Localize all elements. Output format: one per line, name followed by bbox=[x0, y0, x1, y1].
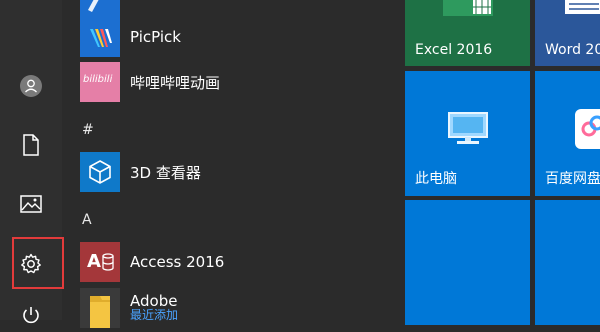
picture-icon bbox=[20, 194, 42, 214]
tile-excel[interactable]: Excel 2016 bbox=[405, 0, 530, 66]
tile-label: 此电脑 bbox=[415, 171, 457, 187]
picpick-icon bbox=[80, 17, 120, 57]
document-icon bbox=[21, 134, 41, 156]
app-label: 哔哩哔哩动画 bbox=[130, 73, 221, 92]
app-list: PicPick bilibili 哔哩哔哩动画 # 3D 查看器 A A Acc… bbox=[62, 0, 436, 328]
user-account-button[interactable] bbox=[0, 60, 62, 112]
recently-added-label: 最近添加 bbox=[130, 308, 179, 322]
access-icon: A bbox=[80, 242, 120, 282]
baidu-netdisk-icon bbox=[575, 109, 600, 153]
tile-baidu-netdisk[interactable]: 百度网盘 bbox=[535, 71, 600, 196]
tile-this-pc[interactable]: 此电脑 bbox=[405, 71, 530, 196]
section-letter-a[interactable]: A bbox=[82, 212, 92, 228]
power-icon bbox=[21, 305, 41, 325]
excel-icon bbox=[443, 0, 493, 22]
tile-empty-1[interactable] bbox=[405, 200, 530, 325]
pictures-button[interactable] bbox=[0, 178, 62, 230]
bilibili-icon: bilibili bbox=[80, 62, 120, 102]
list-item-bilibili[interactable]: bilibili 哔哩哔哩动画 bbox=[80, 62, 380, 102]
list-item-adobe-folder[interactable]: Adobe bbox=[80, 288, 380, 328]
folder-icon bbox=[80, 288, 120, 328]
list-item-access[interactable]: A Access 2016 bbox=[80, 242, 380, 282]
tile-label: 百度网盘 bbox=[545, 171, 600, 187]
cube-icon bbox=[80, 152, 120, 192]
word-icon bbox=[565, 0, 600, 20]
power-button[interactable] bbox=[0, 300, 62, 330]
tile-label: Word 20 bbox=[545, 42, 600, 58]
list-item-3d-viewer[interactable]: 3D 查看器 bbox=[80, 152, 380, 192]
app-label: 3D 查看器 bbox=[130, 163, 201, 182]
list-item-picpick[interactable]: PicPick bbox=[80, 17, 380, 57]
tile-empty-2[interactable] bbox=[535, 200, 600, 325]
app-label: Access 2016 bbox=[130, 253, 225, 271]
user-icon bbox=[19, 74, 43, 98]
tile-label: Excel 2016 bbox=[415, 42, 493, 58]
settings-highlight-box bbox=[12, 237, 64, 289]
app-label: PicPick bbox=[130, 28, 181, 46]
monitor-icon bbox=[447, 111, 489, 151]
documents-button[interactable] bbox=[0, 119, 62, 171]
section-letter-hash[interactable]: # bbox=[82, 122, 94, 138]
bilibili-icon-text: bilibili bbox=[83, 74, 113, 85]
tile-word[interactable]: Word 20 bbox=[535, 0, 600, 66]
